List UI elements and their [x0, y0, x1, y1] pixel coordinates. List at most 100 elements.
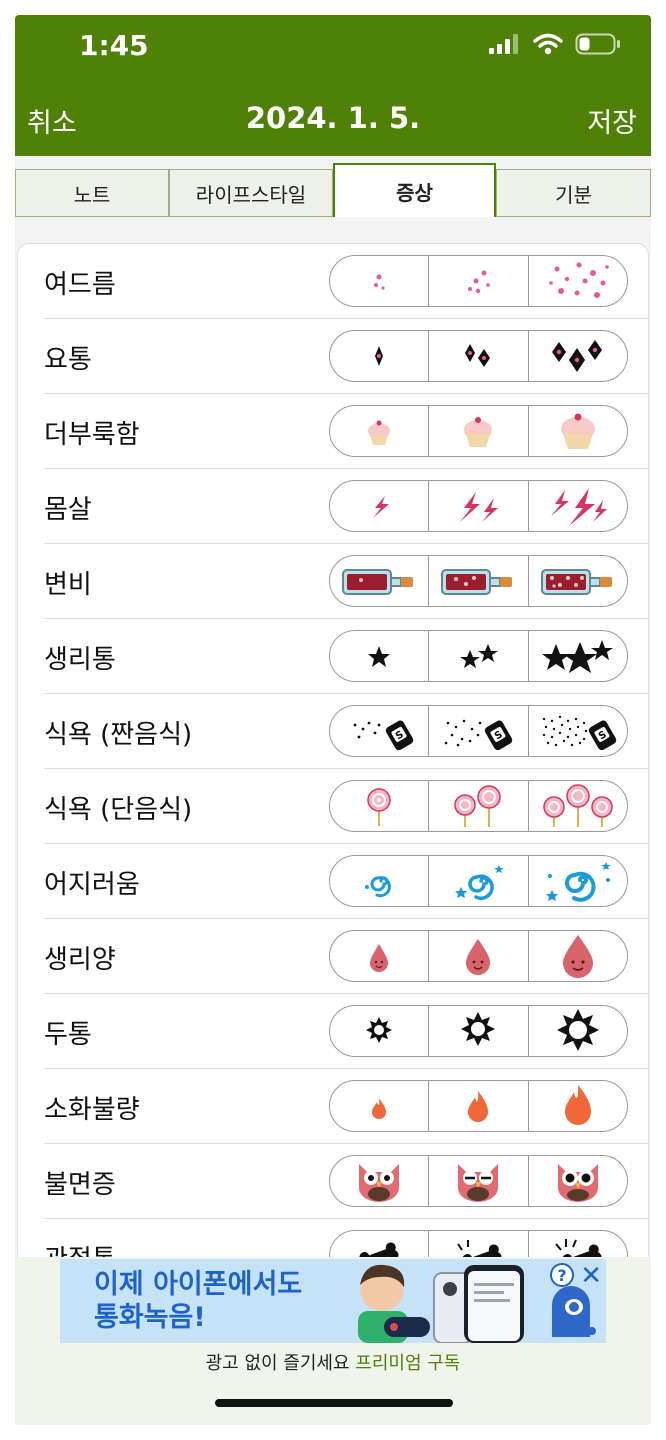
burst-icon [366, 1017, 393, 1043]
lightning-icon [460, 492, 499, 522]
ad-info-button[interactable]: ? [550, 1263, 574, 1287]
intensity-mild[interactable] [330, 856, 428, 906]
intensity-mild[interactable] [330, 256, 428, 306]
intensity-moderate[interactable] [428, 406, 527, 456]
intensity-moderate[interactable] [428, 556, 527, 606]
owl-icon [359, 1164, 400, 1202]
intensity-moderate[interactable] [428, 1156, 527, 1206]
intensity-selector [329, 330, 628, 382]
symptom-row: 식욕 (짠음식) S S S [18, 694, 648, 769]
sparkle-icon [465, 344, 491, 367]
intensity-selector [329, 480, 628, 532]
intensity-severe[interactable] [527, 331, 627, 381]
symptom-label: 소화불량 [44, 1095, 140, 1125]
tab-bar: 노트 라이프스타일 증상 기분 [15, 163, 651, 217]
intensity-selector [329, 1155, 628, 1207]
save-button[interactable]: 저장 [587, 101, 637, 140]
intensity-severe[interactable]: S [527, 706, 627, 756]
salt-shaker-icon: S [353, 720, 414, 751]
burst-icon [556, 1009, 599, 1051]
intensity-mild[interactable] [330, 631, 428, 681]
symptom-row: 요통 [18, 319, 648, 394]
intensity-mild[interactable] [330, 1156, 428, 1206]
intensity-mild[interactable] [330, 1081, 428, 1131]
intensity-selector [329, 555, 628, 607]
tab-mood[interactable]: 기분 [496, 169, 651, 217]
intensity-mild[interactable] [330, 406, 428, 456]
tab-symptoms[interactable]: 증상 [333, 163, 496, 217]
intensity-moderate[interactable] [428, 256, 527, 306]
flame-icon [372, 1098, 387, 1119]
intensity-moderate[interactable] [428, 331, 527, 381]
intensity-moderate[interactable] [428, 781, 527, 831]
intensity-severe[interactable] [527, 1006, 627, 1056]
intensity-moderate[interactable] [428, 481, 527, 531]
swirl-icon [365, 876, 392, 898]
intensity-mild[interactable] [330, 481, 428, 531]
intensity-severe[interactable] [527, 856, 627, 906]
intensity-mild[interactable] [330, 931, 428, 981]
intensity-severe[interactable] [527, 481, 627, 531]
status-icons [489, 33, 621, 55]
premium-subscribe-link[interactable]: 프리미엄 구독 [355, 1353, 460, 1374]
intensity-moderate[interactable]: S [428, 706, 527, 756]
flame-icon [564, 1085, 591, 1125]
app-screen: 1:45 취소 2024. 1. 5. 저장 노트 라이프스타일 증상 기분 여… [15, 15, 651, 1425]
intensity-moderate[interactable] [428, 1081, 527, 1131]
symptom-label: 두통 [44, 1020, 92, 1050]
symptom-label: 식욕 (단음식) [44, 795, 193, 825]
bottle-icon [342, 569, 414, 595]
tab-note[interactable]: 노트 [15, 169, 169, 217]
swirl-icon [545, 862, 611, 902]
owl-icon [557, 1164, 598, 1202]
cupcake-icon [368, 420, 391, 445]
intensity-selector [329, 930, 628, 982]
ad-caption: 광고 없이 즐기세요 프리미엄 구독 [15, 1349, 651, 1375]
date-title: 2024. 1. 5. [245, 101, 421, 135]
intensity-severe[interactable] [527, 631, 627, 681]
star-icon [368, 646, 391, 667]
intensity-severe[interactable] [527, 1156, 627, 1206]
intensity-mild[interactable] [330, 556, 428, 606]
ad-banner[interactable]: 이제 아이폰에서도 통화녹음! ? ✕ [60, 1259, 606, 1343]
home-indicator [215, 1399, 453, 1407]
intensity-mild[interactable] [330, 331, 428, 381]
ad-headline-line2: 통화녹음! [94, 1302, 206, 1333]
intensity-severe[interactable] [527, 1081, 627, 1131]
lightning-icon [373, 496, 390, 518]
cupcake-icon [560, 413, 595, 449]
ad-close-button[interactable]: ✕ [580, 1261, 602, 1291]
intensity-severe[interactable] [527, 556, 627, 606]
symptom-list: 여드름 요통 더부룩함 몸살 변비 생리통 식욕 (짠음식) S S S 식욕 … [17, 243, 649, 1283]
intensity-severe[interactable] [527, 406, 627, 456]
tab-lifestyle[interactable]: 라이프스타일 [169, 169, 333, 217]
intensity-moderate[interactable] [428, 931, 527, 981]
symptom-row: 어지러움 [18, 844, 648, 919]
symptom-row: 생리통 [18, 619, 648, 694]
blood-drop-icon [562, 935, 593, 978]
acne-dots-icon [549, 262, 609, 298]
symptom-row: 불면증 [18, 1144, 648, 1219]
intensity-severe[interactable] [527, 931, 627, 981]
intensity-moderate[interactable] [428, 1006, 527, 1056]
ad-phone-illustration [433, 1265, 524, 1343]
intensity-mild[interactable] [330, 1006, 428, 1056]
cupcake-icon [464, 417, 493, 447]
lollipop-icon [454, 785, 502, 827]
intensity-severe[interactable] [527, 781, 627, 831]
salt-shaker-icon: S [542, 715, 617, 751]
lightning-icon [550, 488, 607, 526]
intensity-moderate[interactable] [428, 631, 527, 681]
owl-icon [458, 1164, 499, 1202]
symptom-label: 몸살 [44, 495, 92, 525]
app-header: 1:45 취소 2024. 1. 5. 저장 [15, 15, 651, 156]
blood-drop-icon [466, 939, 491, 975]
intensity-selector [329, 1005, 628, 1057]
intensity-mild[interactable]: S [330, 706, 428, 756]
intensity-severe[interactable] [527, 256, 627, 306]
blood-drop-icon [370, 944, 389, 972]
symptom-row: 소화불량 [18, 1069, 648, 1144]
intensity-moderate[interactable] [428, 856, 527, 906]
symptom-row: 식욕 (단음식) [18, 769, 648, 844]
intensity-mild[interactable] [330, 781, 428, 831]
